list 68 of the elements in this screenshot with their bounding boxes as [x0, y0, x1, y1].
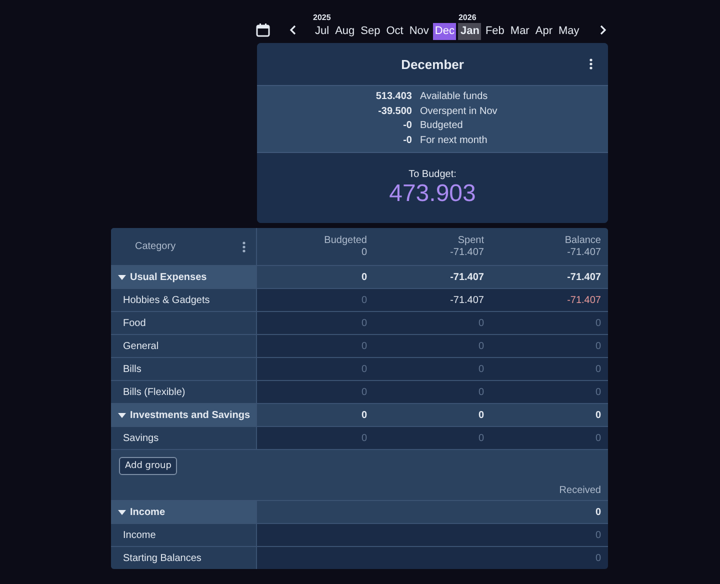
summary-amount: -0 [402, 119, 412, 133]
column-header: Received [559, 485, 601, 496]
summary-amount: 513.403 [374, 90, 412, 104]
group-total: -71.407 [450, 272, 484, 282]
year-label: 2025 [312, 12, 331, 23]
month-tab[interactable]: Sep [358, 23, 382, 40]
category-name[interactable]: Income [123, 530, 156, 540]
amount-cell: 0 [478, 386, 484, 398]
group-name[interactable]: Income [130, 506, 166, 518]
amount-cell: 0 [595, 340, 601, 352]
chevron-right-icon[interactable] [599, 25, 608, 35]
column-header: Budgeted [324, 234, 367, 246]
summary-amount: -39.500 [377, 104, 412, 118]
month-tab[interactable]: Apr [533, 23, 554, 40]
amount-cell: 0 [478, 318, 484, 328]
month-tab[interactable]: Jan [458, 23, 482, 40]
to-budget-label: To Budget: [408, 168, 456, 180]
more-icon[interactable] [242, 240, 246, 252]
amount-cell: -71.407 [450, 294, 484, 306]
amount-cell: 0 [478, 364, 484, 374]
month-tab[interactable]: Aug [333, 23, 357, 40]
caret-down-icon[interactable] [118, 412, 126, 418]
amount-cell: 0 [595, 386, 601, 398]
caret-down-icon[interactable] [118, 510, 126, 514]
summary-label: Budgeted [420, 119, 464, 133]
month-tab[interactable]: Nov [407, 23, 431, 40]
column-header: Balance [564, 234, 601, 246]
more-icon[interactable] [589, 58, 593, 70]
category-name[interactable]: Savings [123, 432, 159, 444]
month-tab[interactable]: Feb [483, 23, 506, 40]
group-total: 0 [478, 410, 484, 420]
amount-cell: 0 [478, 432, 484, 444]
month-tab[interactable]: Oct [384, 23, 406, 40]
category-name[interactable]: Food [123, 318, 146, 328]
amount-cell: 0 [595, 364, 601, 374]
summary-amount: -0 [402, 134, 412, 148]
month-tab[interactable]: Jul [313, 23, 332, 40]
amount-cell: 0 [595, 552, 601, 564]
group-total: -71.407 [567, 272, 601, 282]
amount-cell: -71.407 [567, 294, 601, 306]
to-budget-amount: 473.903 [389, 180, 476, 208]
group-total: 0 [361, 272, 367, 282]
column-total: -71.407 [567, 246, 601, 258]
chevron-left-icon[interactable] [289, 25, 297, 35]
group-total: 0 [595, 506, 601, 518]
summary-label: For next month [420, 134, 488, 148]
column-header: Category [135, 241, 176, 252]
month-tab[interactable]: May [556, 23, 582, 40]
amount-cell: 0 [595, 530, 601, 540]
calendar-icon[interactable] [256, 23, 270, 37]
column-total: -71.407 [450, 246, 484, 258]
column-total: 0 [361, 246, 367, 258]
group-total: 0 [595, 410, 601, 420]
month-title: December [401, 56, 464, 72]
month-tab[interactable]: Dec [432, 23, 456, 40]
category-name[interactable]: Bills [123, 364, 142, 374]
amount-cell: 0 [595, 318, 601, 328]
summary-label: Available funds [420, 90, 489, 104]
group-total: 0 [361, 410, 367, 420]
caret-down-icon[interactable] [118, 274, 126, 280]
category-name[interactable]: General [123, 340, 159, 352]
summary-label: Overspent in Nov [420, 104, 498, 118]
amount-cell: 0 [478, 340, 484, 352]
amount-cell: 0 [595, 432, 601, 444]
year-label: 2026 [457, 12, 476, 23]
column-header: Spent [458, 234, 484, 246]
add-group-button[interactable]: Add group [119, 456, 178, 474]
month-tab[interactable]: Mar [508, 23, 532, 40]
